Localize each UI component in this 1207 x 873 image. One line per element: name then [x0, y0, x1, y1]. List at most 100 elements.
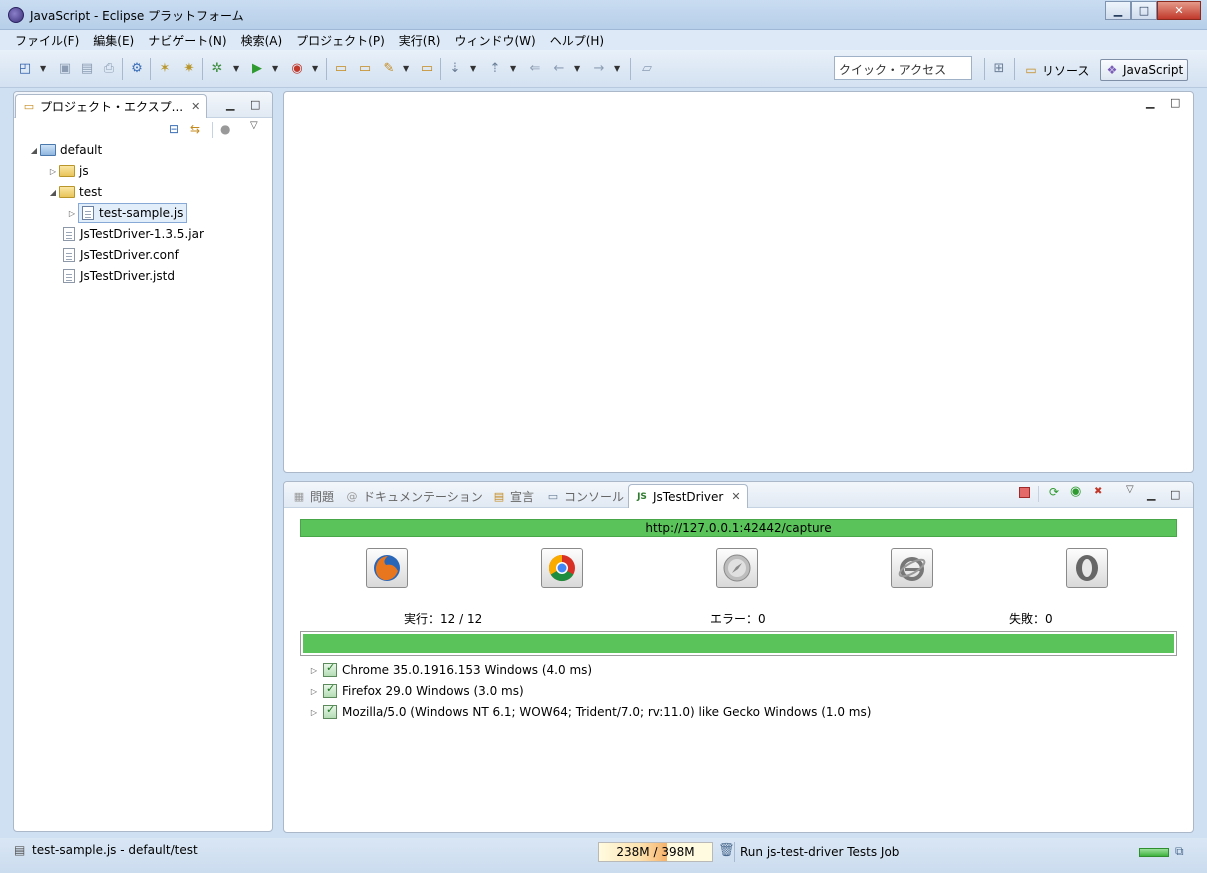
new-icon[interactable]: ◰ [16, 59, 34, 77]
progress-view-icon[interactable]: ⧉ [1175, 844, 1184, 859]
perspective-javascript[interactable]: ❖ JavaScript [1100, 59, 1189, 81]
quick-access-input[interactable]: クイック・アクセス [834, 56, 972, 80]
view-menu-icon[interactable]: ▽ [250, 120, 258, 131]
pin-editor-icon[interactable]: ▱ [638, 59, 656, 77]
run-icon[interactable]: ▶ [248, 59, 266, 77]
stop-icon[interactable] [1019, 487, 1030, 498]
refresh-icon[interactable]: ⟳ [1049, 485, 1059, 499]
new-folder-icon[interactable]: ✷ [180, 59, 198, 77]
save-all-icon[interactable]: ▤ [78, 59, 96, 77]
close-icon[interactable]: ✕ [191, 100, 200, 113]
open-type-icon[interactable]: ▭ [332, 59, 350, 77]
new-project-icon[interactable]: ✶ [156, 59, 174, 77]
debug-dropdown-icon[interactable]: ▼ [233, 64, 241, 73]
result-label: Chrome 35.0.1916.153 Windows (4.0 ms) [342, 663, 593, 677]
tree-item-test[interactable]: ◢ test [47, 182, 102, 202]
prev-annotation-icon[interactable]: ⇡ [486, 59, 504, 77]
collapsed-arrow-icon[interactable]: ▷ [308, 666, 320, 675]
perspective-resource[interactable]: ▭ リソース [1020, 59, 1093, 81]
collapsed-arrow-icon[interactable]: ▷ [308, 708, 320, 717]
minimize-icon[interactable]: ▁ [1146, 96, 1154, 109]
settings-icon[interactable]: ⚙ [128, 59, 146, 77]
chrome-icon [541, 548, 583, 588]
external-tools-icon[interactable]: ◉ [288, 59, 306, 77]
tab-jstestdriver[interactable]: JS JsTestDriver ✕ [628, 484, 748, 508]
tree-item-conf[interactable]: JsTestDriver.conf [63, 245, 179, 265]
collapse-all-icon[interactable]: ⊟ [169, 122, 179, 136]
collapsed-arrow-icon[interactable]: ▷ [308, 687, 320, 696]
tree-item-jar[interactable]: JsTestDriver-1.3.5.jar [63, 224, 204, 244]
save-icon[interactable]: ▣ [56, 59, 74, 77]
safari-icon [716, 548, 758, 588]
forward-icon[interactable]: → [590, 59, 608, 77]
tree-item-test-sample-js[interactable]: ▷ test-sample.js [66, 203, 188, 223]
forward-dropdown-icon[interactable]: ▼ [614, 64, 622, 73]
at-icon: @ [346, 489, 358, 503]
maximize-icon[interactable]: □ [1170, 96, 1180, 109]
heap-status[interactable]: 238M / 398M [598, 842, 713, 862]
collapsed-arrow-icon[interactable]: ▷ [66, 209, 78, 218]
menu-edit[interactable]: 編集(E) [86, 30, 141, 50]
garbage-collect-icon[interactable]: 🗑 [718, 843, 735, 858]
minimize-icon[interactable]: ▁ [226, 98, 234, 111]
tree-item-label: test-sample.js [99, 206, 184, 220]
next-annotation-dropdown-icon[interactable]: ▼ [470, 64, 478, 73]
debug-icon[interactable]: ✲ [208, 59, 226, 77]
external-tools-dropdown-icon[interactable]: ▼ [312, 64, 320, 73]
brush-icon[interactable]: ✎ [380, 59, 398, 77]
menu-project[interactable]: プロジェクト(P) [289, 30, 392, 50]
close-icon[interactable]: ✕ [731, 490, 740, 503]
menu-window[interactable]: ウィンドウ(W) [447, 30, 542, 50]
reset-icon[interactable]: ✖ [1094, 486, 1102, 497]
tree-item-jstd[interactable]: JsTestDriver.jstd [63, 266, 175, 286]
last-edit-icon[interactable]: ⇐ [526, 59, 544, 77]
collapsed-arrow-icon[interactable]: ▷ [47, 167, 59, 176]
open-perspective-icon[interactable]: ⊞ [990, 59, 1008, 77]
menu-navigate[interactable]: ナビゲート(N) [141, 30, 233, 50]
brush-dropdown-icon[interactable]: ▼ [403, 64, 411, 73]
open-resource-icon[interactable]: ▭ [356, 59, 374, 77]
tab-problems[interactable]: ▦ 問題 [286, 484, 340, 508]
tab-documentation[interactable]: @ ドキュメンテーション [339, 484, 489, 508]
print-icon[interactable]: ⎙ [100, 59, 118, 77]
link-with-editor-icon[interactable]: ⇆ [190, 122, 200, 136]
window-controls: ▁ □ ✕ [1105, 1, 1201, 20]
result-row-ie[interactable]: ▷ Mozilla/5.0 (Windows NT 6.1; WOW64; Tr… [308, 702, 871, 722]
tree-item-default[interactable]: ◢ default [28, 140, 102, 160]
expanded-arrow-icon[interactable]: ◢ [47, 188, 59, 197]
new-dropdown-icon[interactable]: ▼ [40, 64, 48, 73]
next-annotation-icon[interactable]: ⇣ [446, 59, 464, 77]
maximize-icon[interactable]: □ [250, 98, 260, 111]
close-button[interactable]: ✕ [1157, 1, 1201, 20]
result-row-chrome[interactable]: ▷ Chrome 35.0.1916.153 Windows (4.0 ms) [308, 660, 592, 680]
run-dropdown-icon[interactable]: ▼ [272, 64, 280, 73]
minimize-icon[interactable]: ▁ [1147, 488, 1155, 501]
open-folder-icon[interactable]: ▭ [418, 59, 436, 77]
run-tests-icon[interactable]: ◉ [1070, 484, 1081, 499]
maximize-button[interactable]: □ [1131, 1, 1157, 20]
file-icon [63, 248, 75, 262]
heap-label: 238M / 398M [616, 845, 695, 859]
job-progress-indicator[interactable] [1139, 848, 1169, 857]
menu-run[interactable]: 実行(R) [392, 30, 448, 50]
prev-annotation-dropdown-icon[interactable]: ▼ [510, 64, 518, 73]
menu-help[interactable]: ヘルプ(H) [543, 30, 611, 50]
menu-file[interactable]: ファイル(F) [8, 30, 86, 50]
filter-icon[interactable]: ● [220, 122, 230, 136]
maximize-icon[interactable]: □ [1170, 488, 1180, 501]
minimize-button[interactable]: ▁ [1105, 1, 1131, 20]
tab-label: コンソール [564, 489, 625, 504]
tab-label: JsTestDriver [653, 489, 724, 504]
tab-label: ドキュメンテーション [363, 489, 483, 504]
menu-search[interactable]: 検索(A) [234, 30, 290, 50]
back-icon[interactable]: ← [550, 59, 568, 77]
firefox-icon [366, 548, 408, 588]
view-menu-icon[interactable]: ▽ [1126, 484, 1134, 495]
result-row-firefox[interactable]: ▷ Firefox 29.0 Windows (3.0 ms) [308, 681, 524, 701]
expanded-arrow-icon[interactable]: ◢ [28, 146, 40, 155]
tree-item-js[interactable]: ▷ js [47, 161, 89, 181]
back-dropdown-icon[interactable]: ▼ [574, 64, 582, 73]
tab-declaration[interactable]: ▤ 宣言 [486, 484, 540, 508]
tab-console[interactable]: ▭ コンソール [540, 484, 630, 508]
tab-project-explorer[interactable]: ▭ プロジェクト・エクスプ... ✕ [15, 94, 208, 118]
